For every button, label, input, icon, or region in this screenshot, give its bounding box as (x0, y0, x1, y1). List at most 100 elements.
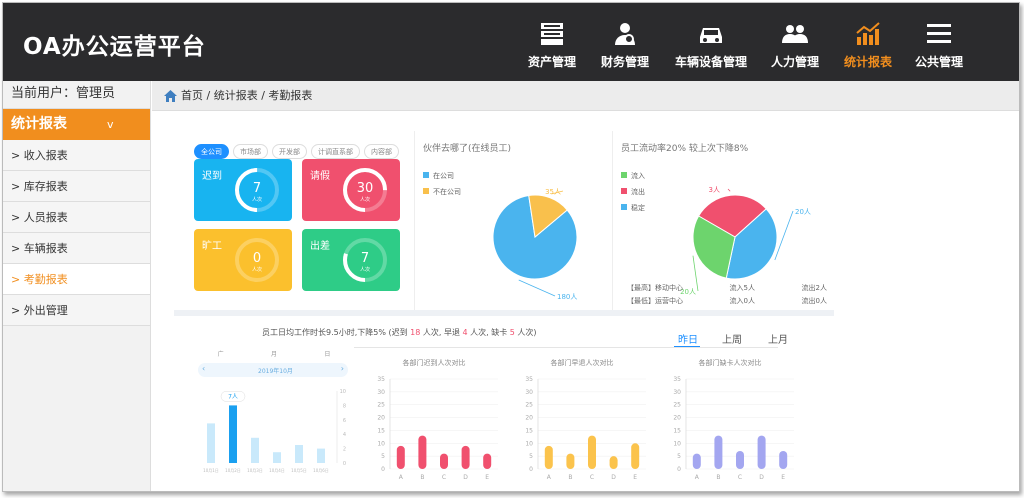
nav-label: 资产管理 (528, 55, 577, 69)
nav-finance[interactable]: 财务管理 (601, 21, 649, 70)
x-tick-label: A (399, 474, 404, 481)
y-tick-label: 30 (673, 389, 681, 396)
x-tick-label: D (611, 474, 616, 481)
sidebar-item-inventory[interactable]: > 库存报表 (3, 171, 150, 202)
calendar-month: 2019年10月 (258, 368, 293, 375)
calendar-header: ‹ 2019年10月 › (198, 363, 348, 377)
y-tick-label: 20 (525, 415, 533, 422)
bar[interactable] (692, 453, 701, 469)
x-tick-label: B (420, 474, 424, 481)
sidebar-section-reports[interactable]: 统计报表 v (3, 109, 150, 140)
nav-public[interactable]: 公共管理 (915, 21, 963, 70)
calendar-panel: 广 月 日 ‹ 2019年10月 › 10月1日 10月2日 7人 10月3日 10月4… (194, 347, 354, 487)
app-title: OA办公运营平台 (23, 34, 206, 60)
early-by-dept-chart: 各部门早退人次对比 0 5 10 15 20 25 30 35 A B C D E (525, 358, 646, 481)
stat-unit: 人次 (360, 196, 370, 203)
missing-by-dept-chart: 各部门缺卡人次对比 0 5 10 15 20 25 30 35 A B C D E (673, 358, 794, 481)
note-out: 流出2人 (801, 284, 827, 292)
sidebar-item-outing[interactable]: > 外出管理 (3, 295, 150, 326)
y-tick-label: 35 (525, 376, 533, 383)
stat-card-3[interactable]: 出差 7 人次 (302, 229, 400, 291)
calendar-day-label: 10月1日 (203, 468, 219, 473)
x-tick-label: E (485, 474, 489, 481)
bar[interactable] (566, 453, 575, 469)
calendar-day-label: 10月6日 (313, 468, 329, 473)
calendar-cols: 广 月 日 (194, 349, 354, 358)
sidebar-item-vehicle[interactable]: > 车辆报表 (3, 233, 150, 264)
y-tick-label: 30 (525, 389, 533, 396)
prev-icon[interactable]: ‹ (202, 364, 205, 373)
tab-dev[interactable]: 开发部 (272, 144, 307, 159)
calendar-bar[interactable] (251, 437, 259, 463)
bar[interactable] (736, 451, 744, 469)
home-icon[interactable] (164, 90, 177, 102)
calendar-bar[interactable] (317, 448, 325, 463)
stat-ring: 7人次 (343, 238, 387, 282)
nav-asset[interactable]: 资产管理 (528, 21, 576, 70)
nav-reports[interactable]: 统计报表 (844, 21, 892, 70)
stat-value: 30 (357, 181, 374, 196)
asset-icon (541, 23, 563, 45)
y-tick-label: 0 (677, 466, 681, 473)
stat-card-1[interactable]: 请假 30 人次 (302, 159, 400, 221)
bar[interactable] (544, 445, 553, 469)
next-icon[interactable]: › (341, 364, 344, 373)
y-tick-label: 4 (343, 432, 346, 438)
calendar-bar[interactable] (295, 445, 303, 463)
tab-plan[interactable]: 计调直系部 (311, 144, 360, 159)
sidebar-item-income[interactable]: > 收入报表 (3, 140, 150, 171)
bar[interactable] (631, 443, 640, 469)
bar[interactable] (714, 435, 723, 469)
stat-unit: 人次 (360, 266, 370, 273)
bar[interactable] (757, 435, 766, 469)
pie-leader-line (727, 188, 731, 192)
x-tick-label: D (759, 474, 764, 481)
sidebar-item-staff[interactable]: > 人员报表 (3, 202, 150, 233)
y-tick-label: 35 (377, 376, 385, 383)
bar[interactable] (396, 445, 405, 469)
stat-ring: 7人次 (235, 168, 279, 212)
bar[interactable] (609, 456, 618, 469)
pie-label: 180人 (557, 293, 577, 301)
y-tick-label: 15 (673, 427, 681, 434)
late-by-dept-chart: 各部门迟到人次对比 0 5 10 15 20 25 30 35 A B C D E (377, 358, 498, 481)
y-tick-label: 15 (525, 427, 533, 434)
breadcrumb: 首页 / 统计报表 / 考勤报表 (152, 81, 1019, 111)
tab-last-month[interactable]: 上月 (768, 331, 788, 346)
tab-content[interactable]: 内容部 (364, 144, 399, 159)
stat-card-0[interactable]: 迟到 7 人次 (194, 159, 292, 221)
pie-leader-line (774, 210, 794, 261)
nav-hr[interactable]: 人力管理 (771, 21, 819, 70)
note-in: 流入0人 (729, 297, 755, 305)
calendar-bar[interactable] (229, 405, 237, 463)
bar[interactable] (588, 435, 596, 469)
y-tick-label: 2 (343, 447, 346, 453)
summary-text: 人次, 缺卡 (467, 328, 510, 337)
pie1-title: 伙伴去哪了(在线员工) (423, 144, 512, 154)
x-tick-label: C (442, 474, 446, 481)
calendar-bar[interactable] (207, 423, 215, 463)
stat-unit: 人次 (252, 266, 262, 273)
chart-title: 各部门迟到人次对比 (403, 358, 466, 367)
tab-all[interactable]: 全公司 (194, 144, 229, 159)
bar[interactable] (779, 451, 788, 469)
stat-value: 0 (253, 251, 261, 266)
bar[interactable] (440, 453, 448, 469)
bar[interactable] (483, 453, 492, 469)
bar[interactable] (461, 445, 470, 469)
tab-last-week[interactable]: 上周 (722, 331, 742, 346)
tab-yesterday[interactable]: 昨日 (678, 331, 698, 346)
note-out: 流出0人 (801, 297, 827, 305)
x-tick-label: A (695, 474, 700, 481)
bar[interactable] (418, 435, 427, 469)
chart-title: 各部门缺卡人次对比 (699, 358, 762, 367)
y-tick-label: 0 (343, 461, 346, 467)
cal-col: 广 (217, 351, 224, 358)
sidebar-item-attendance[interactable]: > 考勤报表 (3, 264, 150, 295)
nav-label: 车辆设备管理 (675, 55, 748, 69)
stat-card-2[interactable]: 旷工 0 人次 (194, 229, 292, 291)
tab-market[interactable]: 市场部 (233, 144, 268, 159)
calendar-bar[interactable] (273, 452, 281, 463)
menu-icon (927, 24, 951, 43)
nav-car[interactable]: 车辆设备管理 (675, 21, 747, 70)
